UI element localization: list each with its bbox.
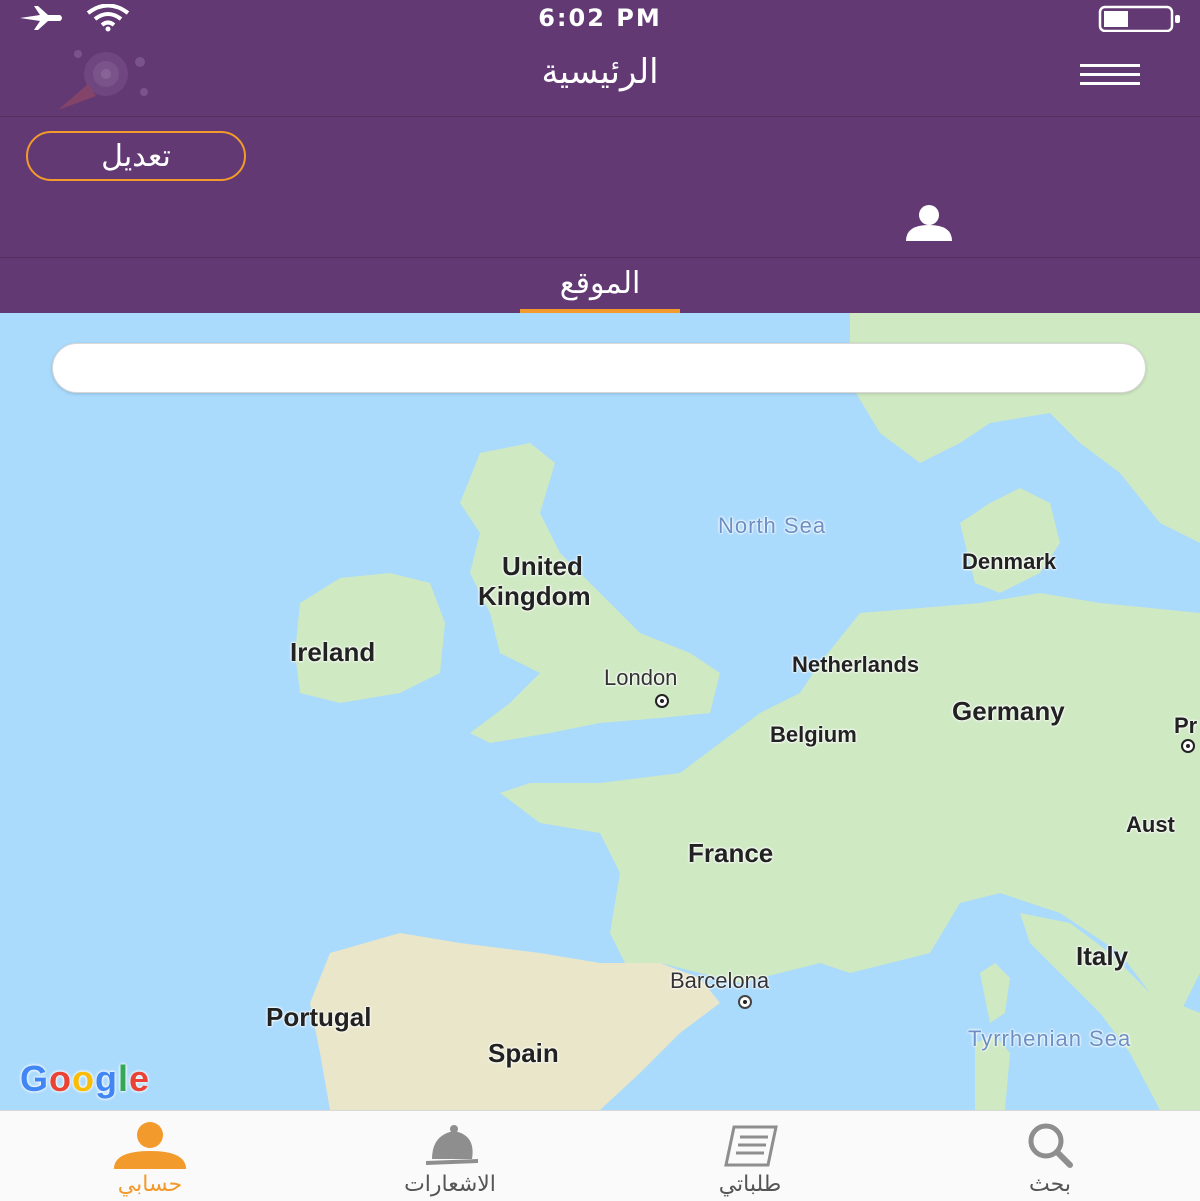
map-label-tyrrhenian-sea: Tyrrhenian Sea	[968, 1026, 1132, 1051]
map-label-barcelona: Barcelona	[670, 968, 770, 993]
tab-location[interactable]: الموقع	[520, 258, 680, 313]
battery-icon	[1098, 4, 1184, 36]
map-label-ireland: Ireland	[290, 637, 376, 667]
map-label-north-sea: North Sea	[718, 513, 827, 538]
city-marker-barcelona	[738, 995, 752, 1009]
edit-button[interactable]: تعديل	[26, 131, 246, 181]
hamburger-icon[interactable]	[1080, 64, 1140, 90]
tab-label-my-account: حسابي	[117, 1172, 183, 1197]
tab-search[interactable]: بحث	[900, 1111, 1200, 1201]
map-label-london: London	[604, 665, 678, 690]
tab-label-notifications: الاشعارات	[404, 1172, 496, 1197]
map-label-prague: Pr	[1174, 713, 1198, 738]
map-label-kingdom: Kingdom	[478, 581, 591, 611]
map-label-spain: Spain	[488, 1038, 559, 1068]
bell-icon	[426, 1125, 478, 1165]
google-logo: Google	[20, 1058, 151, 1099]
status-bar: 6:02 PM	[0, 0, 1200, 36]
bottom-tab-bar: حسابي الاشعارات طلباتي بحث	[0, 1110, 1200, 1201]
map-label-belgium: Belgium	[770, 722, 857, 747]
status-time: 6:02 PM	[538, 4, 662, 32]
tab-strip: الموقع	[0, 258, 1200, 313]
user-icon	[114, 1122, 186, 1169]
map-search-input[interactable]	[52, 343, 1146, 393]
map-label-united: United	[502, 551, 583, 581]
map-label-denmark: Denmark	[962, 549, 1057, 574]
map-label-germany: Germany	[952, 696, 1065, 726]
map-label-austria: Aust	[1126, 812, 1175, 837]
page-title: الرئيسية	[541, 52, 659, 92]
map-label-netherlands: Netherlands	[792, 652, 920, 677]
tab-label-search: بحث	[1029, 1172, 1071, 1197]
map-label-portugal: Portugal	[266, 1002, 372, 1032]
search-icon	[1028, 1123, 1073, 1168]
tab-notifications[interactable]: الاشعارات	[300, 1111, 600, 1201]
map-label-italy: Italy	[1076, 941, 1129, 971]
orders-icon	[724, 1125, 778, 1167]
tab-my-account[interactable]: حسابي	[0, 1111, 300, 1201]
profile-header: تعديل	[0, 117, 1200, 258]
user-icon	[904, 205, 954, 241]
map-view[interactable]: North Sea Denmark United Kingdom Ireland…	[0, 313, 1200, 1110]
nav-bar: الرئيسية	[0, 36, 1200, 117]
tab-label-my-orders: طلباتي	[718, 1172, 782, 1197]
city-marker-london	[655, 694, 669, 708]
city-marker-prague	[1181, 739, 1195, 753]
tab-my-orders[interactable]: طلباتي	[600, 1111, 900, 1201]
map-label-france: France	[688, 838, 774, 868]
